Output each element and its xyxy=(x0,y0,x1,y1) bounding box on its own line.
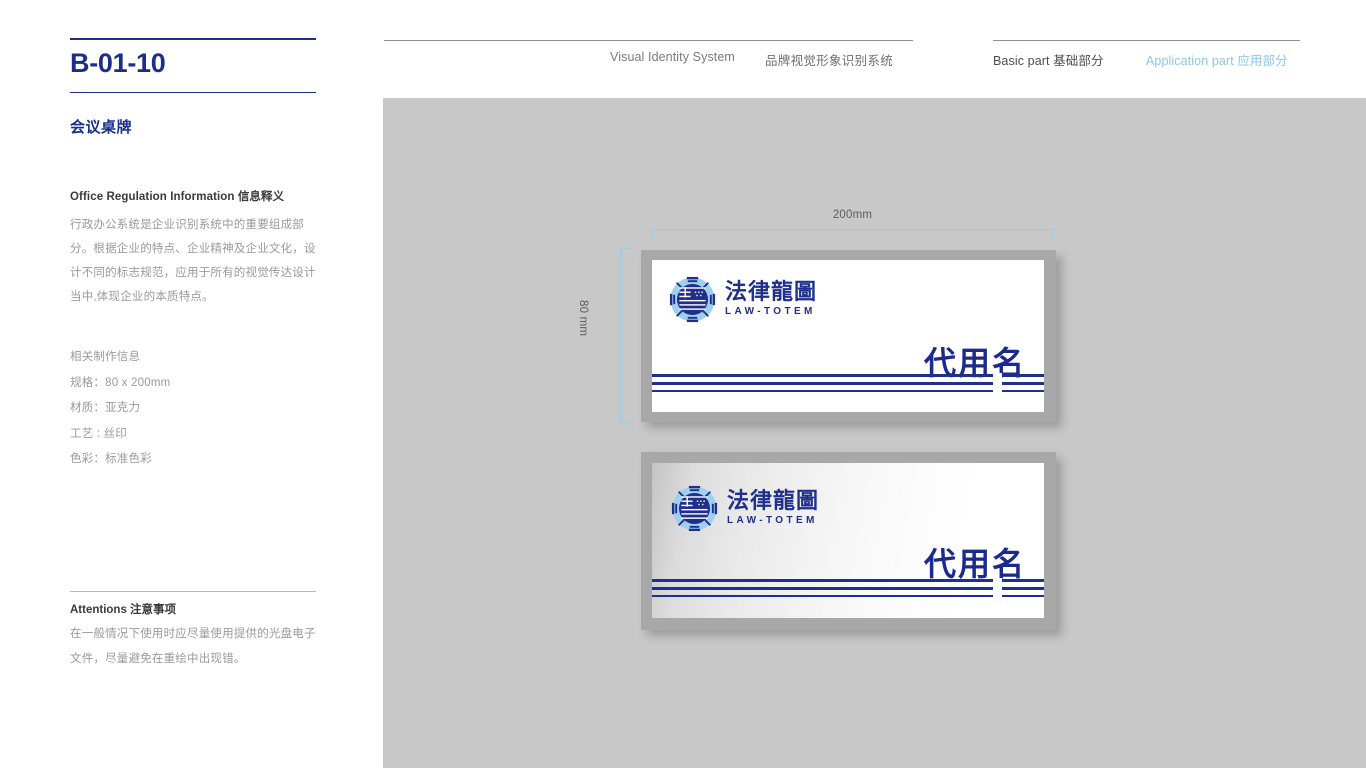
spec-process: 工艺 : 丝印 xyxy=(70,427,127,440)
header-vis-english: Visual Identity System xyxy=(610,50,735,64)
page-code: B-01-10 xyxy=(70,48,166,78)
width-dimension-label: 200mm xyxy=(832,209,873,221)
spec-material: 材质：亚克力 xyxy=(70,402,141,414)
brand-logo-lockup: 法律龍圖 LAW-TOTEM xyxy=(669,276,817,323)
desk-nameplate-white: 法律龍圖 LAW-TOTEM 代用名 xyxy=(641,250,1056,422)
wordmark-chinese: 法律龍圖 xyxy=(725,279,818,305)
law-totem-emblem-icon xyxy=(671,485,718,532)
height-dimension-label: 80 mm xyxy=(577,300,589,337)
nameplate-face: 法律龍圖 LAW-TOTEM 代用名 xyxy=(652,260,1044,412)
brand-wordmark: 法律龍圖 LAW-TOTEM xyxy=(727,490,819,527)
page-code-bottom-rule xyxy=(70,92,316,93)
width-dimension-annotation: 200mm xyxy=(652,209,1053,225)
header-basic-part[interactable]: Basic part 基础部分 xyxy=(993,50,1104,69)
header-left-rule xyxy=(384,40,913,41)
height-dimension-bracket xyxy=(620,248,630,423)
attentions-body: 在一般情况下使用时应尽量使用提供的光盘电子文件，尽量避免在重绘中出现错。 xyxy=(70,628,316,665)
header-application-part[interactable]: Application part 应用部分 xyxy=(1146,50,1288,69)
stripe-line xyxy=(652,579,1044,582)
left-info-panel: B-01-10 会议桌牌 Office Regulation Informati… xyxy=(70,0,316,768)
artwork-stage xyxy=(383,98,1366,768)
wordmark-english: LAW-TOTEM xyxy=(725,306,816,318)
attentions-top-rule xyxy=(70,591,316,592)
spec-heading: 相关制作信息 xyxy=(70,351,141,363)
width-dimension-bracket xyxy=(652,229,1053,239)
wordmark-english: LAW-TOTEM xyxy=(727,515,818,527)
nameplate-stripe-group xyxy=(652,373,1044,397)
stripe-line xyxy=(652,382,1044,385)
brand-logo-lockup: 法律龍圖 LAW-TOTEM xyxy=(671,485,819,532)
spec-color: 色彩：标准色彩 xyxy=(70,453,152,465)
stripe-gap xyxy=(993,578,1002,602)
header-right-rule xyxy=(993,40,1300,41)
stripe-line xyxy=(652,595,1044,597)
attentions-heading: Attentions 注意事项 xyxy=(70,604,177,616)
stripe-line xyxy=(652,374,1044,377)
info-section-body: 行政办公系统是企业识别系统中的重要组成部分。根据企业的特点、企业精神及企业文化，… xyxy=(70,219,316,303)
spec-size: 规格：80 x 200mm xyxy=(70,376,171,389)
wordmark-chinese: 法律龍圖 xyxy=(727,488,820,514)
production-spec-list: 相关制作信息 规格：80 x 200mm 材质：亚克力 工艺 : 丝印 色彩：标… xyxy=(70,345,318,473)
info-section-heading: Office Regulation Information 信息释义 xyxy=(70,191,285,203)
page-code-top-rule xyxy=(70,38,316,40)
page-title: 会议桌牌 xyxy=(70,119,133,136)
desk-nameplate-acrylic: 法律龍圖 LAW-TOTEM 代用名 xyxy=(641,452,1056,630)
nameplate-stripe-group xyxy=(652,578,1044,602)
brand-wordmark: 法律龍圖 LAW-TOTEM xyxy=(725,281,817,318)
stripe-line xyxy=(652,587,1044,590)
stripe-gap xyxy=(993,373,1002,397)
stripe-line xyxy=(652,390,1044,392)
nameplate-face: 法律龍圖 LAW-TOTEM 代用名 xyxy=(652,463,1044,618)
law-totem-emblem-icon xyxy=(669,276,716,323)
header-vis-chinese: 品牌视觉形象识别系统 xyxy=(765,54,894,68)
